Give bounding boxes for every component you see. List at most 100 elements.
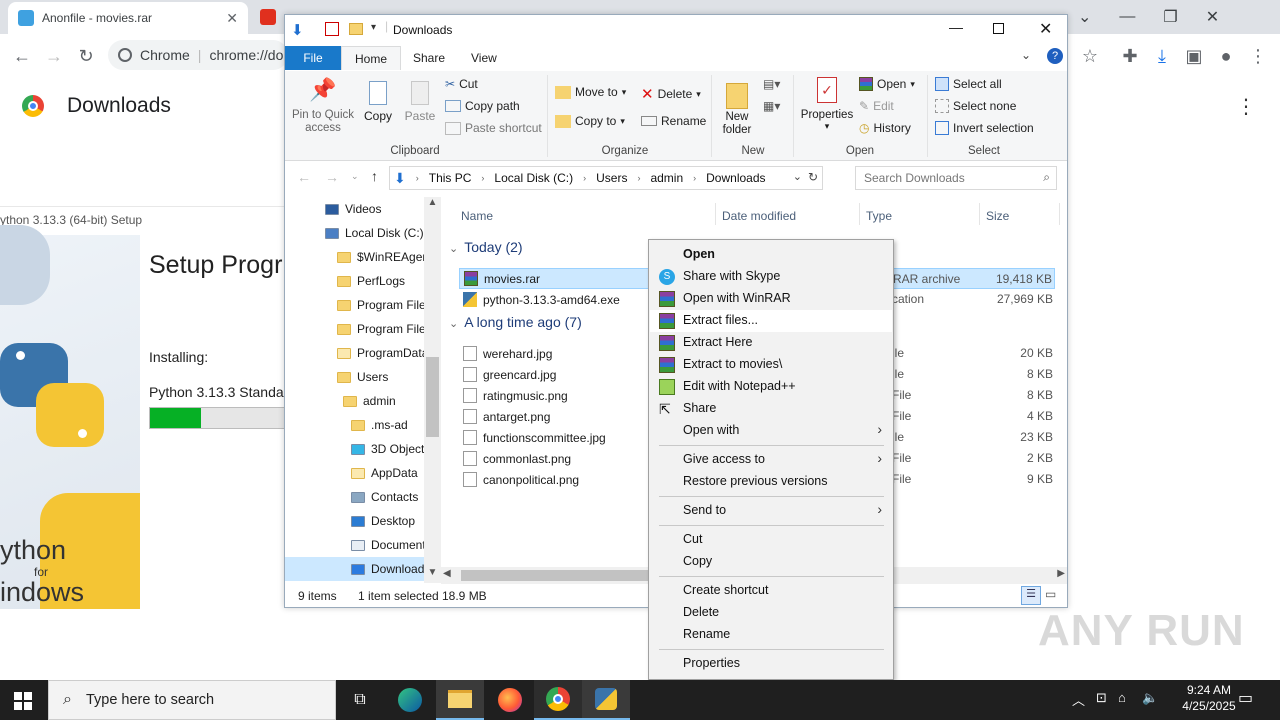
tree-item[interactable]: Videos	[285, 197, 425, 221]
quick-access-download-icon[interactable]: ⬇	[291, 21, 304, 39]
tree-item[interactable]: PerfLogs	[285, 269, 425, 293]
download-icon[interactable]: ⤓	[1148, 42, 1176, 70]
chrome-tab[interactable]: Anonfile - movies.rar ✕	[8, 2, 248, 34]
menu-item-cut[interactable]: Cut	[650, 529, 892, 551]
menu-item-create-shortcut[interactable]: Create shortcut	[650, 580, 892, 602]
bookmark-star-icon[interactable]: ☆	[1076, 42, 1104, 70]
python-installer-taskbar-icon[interactable]	[582, 680, 630, 720]
address-box[interactable]: ⬇ › This PC › Local Disk (C:) › Users › …	[389, 166, 823, 190]
recent-locations-icon[interactable]: ⌄	[351, 171, 359, 182]
tab-file[interactable]: File	[285, 46, 341, 70]
tree-item[interactable]: admin	[285, 389, 425, 413]
select-none-button[interactable]: Select none	[935, 99, 1016, 113]
menu-item-copy[interactable]: Copy	[650, 551, 892, 573]
select-all-button[interactable]: Select all	[935, 77, 1002, 91]
menu-item-open[interactable]: Open	[650, 244, 892, 266]
close-icon[interactable]: ✕	[1039, 19, 1052, 39]
reload-icon[interactable]: ↻	[72, 42, 100, 70]
edge-icon[interactable]	[386, 680, 434, 720]
menu-item-share[interactable]: ⇱ Share	[650, 398, 892, 420]
breadcrumb-admin[interactable]: admin	[650, 171, 683, 185]
notifications-icon[interactable]: ▭	[1238, 688, 1253, 708]
menu-item-extract-files[interactable]: Extract files...	[650, 310, 892, 332]
menu-item-extract-here[interactable]: Extract Here	[650, 332, 892, 354]
menu-item-rename[interactable]: Rename	[650, 624, 892, 646]
side-panel-icon[interactable]: ▣	[1180, 42, 1208, 70]
back-icon[interactable]: ←	[8, 42, 36, 70]
tree-item[interactable]: ProgramData	[285, 341, 425, 365]
tree-item[interactable]: Downloads	[285, 557, 424, 581]
tree-item[interactable]: Desktop	[285, 509, 425, 533]
volume-icon[interactable]: 🔈	[1142, 690, 1158, 706]
chrome-menu-icon[interactable]: ⋮	[1244, 42, 1272, 70]
menu-item-open-with-winrar[interactable]: Open with WinRAR	[650, 288, 892, 310]
cut-button[interactable]: ✂ Cut	[445, 77, 478, 91]
copy-button[interactable]: Copy	[363, 77, 393, 123]
column-date-modified[interactable]: Date modified	[722, 209, 796, 223]
tree-item[interactable]: Documents	[285, 533, 425, 557]
tab-view[interactable]: View	[458, 46, 510, 70]
paste-button[interactable]: Paste	[403, 77, 437, 123]
details-view-icon[interactable]: ☰	[1021, 586, 1041, 605]
tree-item[interactable]: Contacts	[285, 485, 425, 509]
rename-button[interactable]: Rename	[641, 114, 706, 128]
column-name[interactable]: Name	[461, 209, 493, 223]
extensions-icon[interactable]: ✚	[1116, 42, 1144, 70]
menu-item-give-access-to[interactable]: Give access to ›	[650, 449, 892, 471]
maximize-icon[interactable]	[993, 23, 1004, 34]
close-tab-icon[interactable]: ✕	[226, 10, 238, 27]
tree-item[interactable]: .ms-ad	[285, 413, 425, 437]
properties-quick-icon[interactable]	[325, 22, 339, 36]
taskbar-search-box[interactable]: ⌕ Type here to search	[48, 680, 336, 720]
forward-icon[interactable]: →	[40, 42, 68, 70]
new-item-icon[interactable]: ▤▾	[763, 77, 780, 91]
tree-item[interactable]: 3D Objects	[285, 437, 425, 461]
pin-quick-access-button[interactable]: 📌 Pin to Quick access	[291, 77, 355, 135]
file-explorer-taskbar-icon[interactable]	[436, 680, 484, 720]
tab-search-icon[interactable]: ⌄	[1078, 7, 1091, 27]
close-window-icon[interactable]: ✕	[1206, 7, 1219, 27]
up-icon[interactable]: ↑	[371, 168, 378, 184]
menu-item-edit-with-notepad[interactable]: Edit with Notepad++	[650, 376, 892, 398]
group-header[interactable]: ⌄ A long time ago (7)	[449, 314, 582, 330]
tree-item[interactable]: Users	[285, 365, 425, 389]
chrome-tab[interactable]	[250, 0, 284, 34]
scrollbar-thumb[interactable]	[461, 570, 651, 581]
help-icon[interactable]: ?	[1047, 48, 1063, 64]
menu-item-restore-previous-versions[interactable]: Restore previous versions	[650, 471, 892, 493]
minimize-icon[interactable]: —	[1119, 8, 1135, 26]
network-icon[interactable]: ⊡	[1096, 690, 1107, 706]
column-size[interactable]: Size	[986, 209, 1009, 223]
new-folder-button[interactable]: New folder	[717, 77, 757, 137]
copy-path-button[interactable]: Copy path	[445, 99, 520, 113]
menu-item-properties[interactable]: Properties	[650, 653, 892, 675]
invert-selection-button[interactable]: Invert selection	[935, 121, 1034, 135]
large-icons-view-icon[interactable]: ▭	[1045, 587, 1056, 601]
profile-icon[interactable]: ●	[1212, 42, 1240, 70]
restore-icon[interactable]: ❐	[1163, 7, 1177, 27]
address-bar[interactable]: Chrome | chrome://do	[108, 40, 288, 70]
tray-overflow-icon[interactable]: ︿	[1072, 690, 1085, 709]
back-icon[interactable]: ←	[297, 169, 311, 185]
refresh-icon[interactable]: ↻	[808, 170, 818, 184]
address-dropdown-icon[interactable]: ⌄	[793, 170, 802, 183]
task-view-icon[interactable]: ⧉	[336, 680, 384, 720]
chrome-taskbar-icon[interactable]	[534, 680, 582, 720]
tab-share[interactable]: Share	[400, 46, 458, 70]
easy-access-icon[interactable]: ▦▾	[763, 99, 780, 113]
wifi-icon[interactable]: ⌂	[1118, 690, 1126, 705]
group-header[interactable]: ⌄ Today (2)	[449, 239, 523, 255]
open-button[interactable]: Open ▾	[859, 77, 915, 91]
column-type[interactable]: Type	[866, 209, 892, 223]
breadcrumb-users[interactable]: Users	[596, 171, 627, 185]
tree-item[interactable]: $WinREAgent	[285, 245, 425, 269]
breadcrumb-local-disk[interactable]: Local Disk (C:)	[494, 171, 573, 185]
breadcrumb-downloads[interactable]: Downloads	[706, 171, 765, 185]
page-menu-icon[interactable]: ⋮	[1236, 94, 1256, 119]
menu-item-send-to[interactable]: Send to ›	[650, 500, 892, 522]
forward-icon[interactable]: →	[325, 169, 339, 185]
firefox-icon[interactable]	[486, 680, 534, 720]
edit-button[interactable]: ✎ Edit	[859, 99, 894, 113]
move-to-button[interactable]: Move to ▾	[555, 85, 626, 99]
copy-to-button[interactable]: Copy to ▾	[555, 114, 625, 128]
